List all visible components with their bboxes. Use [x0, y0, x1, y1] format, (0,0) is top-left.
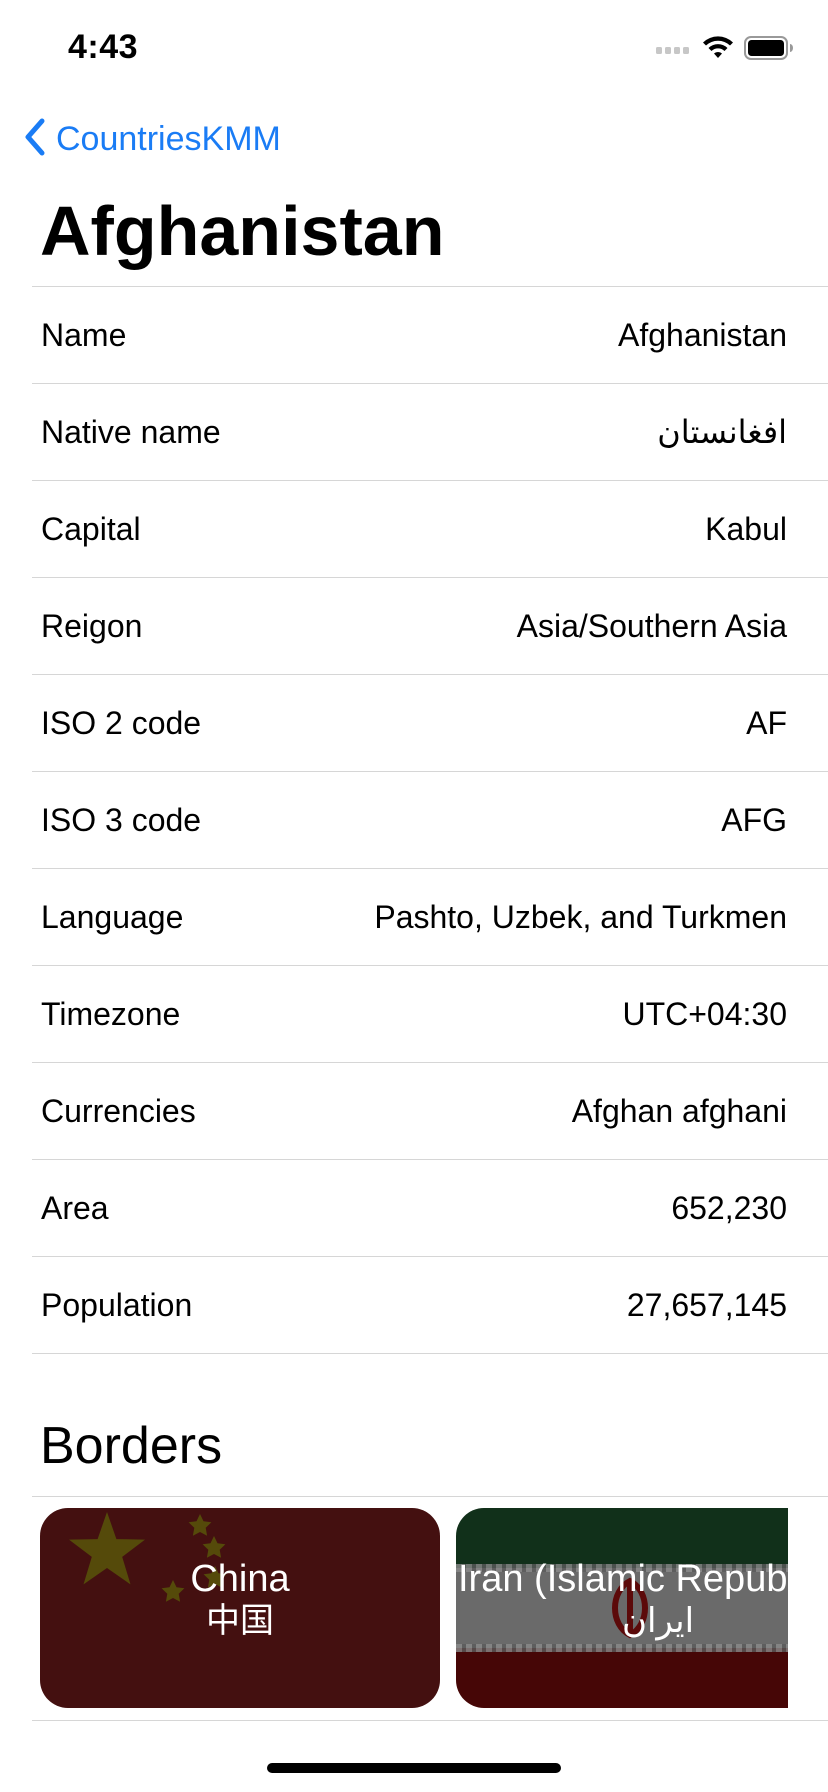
detail-label: Currencies — [41, 1092, 196, 1129]
back-button-label: CountriesKMM — [56, 120, 281, 158]
battery-icon — [744, 36, 794, 65]
detail-value: Asia/Southern Asia — [516, 607, 787, 644]
detail-row-region: Reigon Asia/Southern Asia — [32, 578, 828, 675]
border-country-native-name: 中国 — [206, 1602, 274, 1640]
detail-row-population: Population 27,657,145 — [32, 1257, 828, 1354]
border-country-name: China — [190, 1558, 290, 1600]
divider — [32, 1496, 828, 1497]
status-icons — [656, 36, 794, 65]
detail-row-timezone: Timezone UTC+04:30 — [32, 966, 828, 1063]
borders-carousel[interactable]: China 中国 Iran (Islamic Republic of) ایرا… — [40, 1508, 788, 1708]
iran-flag-pattern — [456, 1644, 788, 1652]
detail-label: Capital — [41, 510, 141, 547]
detail-label: Native name — [41, 413, 221, 450]
detail-label: ISO 2 code — [41, 704, 202, 741]
status-bar: 4:43 — [0, 0, 828, 100]
page-title: Afghanistan — [40, 192, 445, 270]
detail-row-native-name: Native name افغانستان — [32, 384, 828, 481]
detail-label: Language — [41, 898, 184, 935]
chevron-left-icon — [24, 118, 46, 161]
detail-value: AFG — [721, 801, 787, 838]
detail-value: Afghanistan — [617, 316, 787, 353]
borders-section-title: Borders — [40, 1417, 223, 1475]
iran-flag-red-stripe — [456, 1648, 788, 1708]
detail-row-capital: Capital Kabul — [32, 481, 828, 578]
border-card-china[interactable]: China 中国 — [40, 1508, 440, 1708]
border-card-iran[interactable]: Iran (Islamic Republic of) ایران — [456, 1508, 788, 1708]
detail-label: Reigon — [41, 607, 143, 644]
detail-label: Timezone — [41, 995, 181, 1032]
status-time: 4:43 — [68, 28, 139, 66]
detail-value: 652,230 — [671, 1189, 787, 1226]
detail-value: Afghan afghani — [571, 1092, 787, 1129]
detail-row-iso3: ISO 3 code AFG — [32, 772, 828, 869]
detail-label: Area — [41, 1189, 109, 1226]
detail-label: Population — [41, 1286, 193, 1323]
home-indicator[interactable] — [267, 1763, 561, 1773]
detail-row-name: Name Afghanistan — [32, 287, 828, 384]
wifi-icon — [702, 36, 734, 65]
detail-row-language: Language Pashto, Uzbek, and Turkmen — [32, 869, 828, 966]
detail-label: ISO 3 code — [41, 801, 202, 838]
border-country-native-name: ایران — [622, 1602, 695, 1640]
detail-row-area: Area 652,230 — [32, 1160, 828, 1257]
back-button[interactable]: CountriesKMM — [24, 118, 281, 161]
details-list: Name Afghanistan Native name افغانستان C… — [32, 286, 828, 1354]
detail-value: افغانستان — [657, 414, 787, 450]
border-card-text: China 中国 — [40, 1558, 440, 1642]
cellular-signal-icon — [656, 42, 692, 60]
detail-value: 27,657,145 — [626, 1286, 787, 1323]
border-card-text: Iran (Islamic Republic of) ایران — [458, 1558, 788, 1642]
detail-value: Pashto, Uzbek, and Turkmen — [374, 898, 787, 935]
detail-row-iso2: ISO 2 code AF — [32, 675, 828, 772]
detail-label: Name — [41, 316, 127, 353]
border-country-name: Iran (Islamic Republic of) — [458, 1558, 788, 1600]
detail-value: AF — [746, 704, 787, 741]
detail-value: UTC+04:30 — [622, 995, 787, 1032]
divider — [32, 1720, 828, 1721]
detail-value: Kabul — [705, 510, 787, 547]
detail-row-currencies: Currencies Afghan afghani — [32, 1063, 828, 1160]
